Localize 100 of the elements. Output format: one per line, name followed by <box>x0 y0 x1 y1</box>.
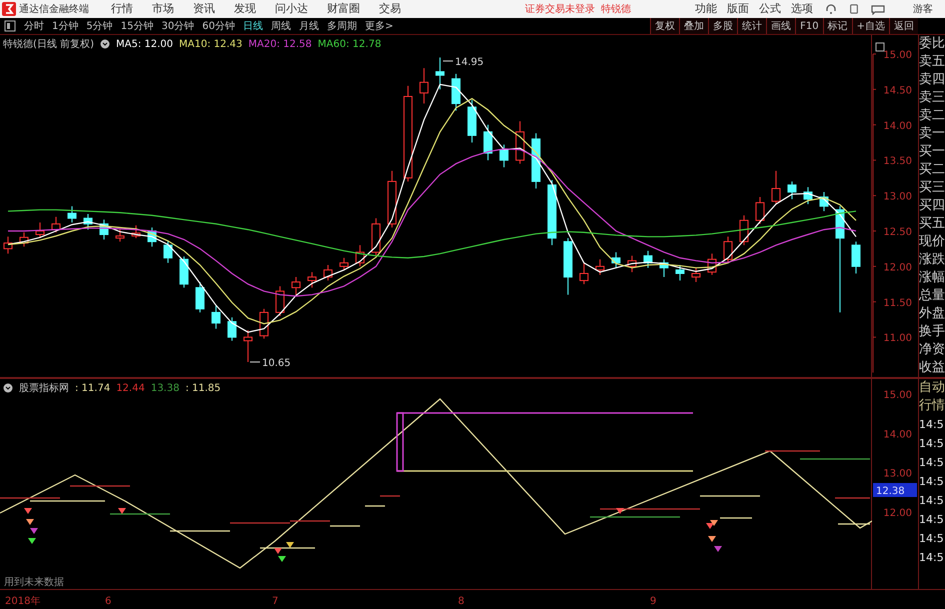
candlestick <box>68 206 76 224</box>
candlestick <box>692 268 700 283</box>
chart-title: 特锐德(日线 前复权) <box>3 38 94 52</box>
period-tab[interactable]: 60分钟 <box>202 19 235 34</box>
level-line <box>110 514 170 515</box>
triangle-marker <box>28 538 36 544</box>
moving-average-value: : 12.00 <box>138 38 174 50</box>
menu-item[interactable]: 资讯 <box>193 1 215 16</box>
triangle-marker <box>714 546 722 552</box>
date-label: 6 <box>105 596 112 608</box>
period-tab[interactable]: 5分钟 <box>86 19 113 34</box>
toolbar-button[interactable]: 统计 <box>737 18 766 34</box>
candlestick <box>756 196 764 225</box>
moving-average-name: MA20 <box>248 38 277 50</box>
quote-label: 买五 <box>919 215 945 234</box>
candlestick <box>308 272 316 288</box>
candlestick <box>580 262 588 285</box>
quote-label: 买二 <box>919 161 945 180</box>
quote-label: 涨幅 <box>919 269 945 288</box>
period-tab[interactable]: 周线 <box>270 19 291 34</box>
triangle-marker <box>708 536 716 542</box>
high-price-label: 14.95 <box>455 57 484 68</box>
moving-average-value: : 12.78 <box>346 38 382 50</box>
side-tab[interactable]: 自动 <box>919 379 945 398</box>
price-tick: 12.50 <box>883 227 912 238</box>
window-icon[interactable] <box>876 42 884 52</box>
candlestick <box>484 124 492 162</box>
period-tab[interactable]: 15分钟 <box>120 19 154 34</box>
menu-item[interactable]: 市场 <box>152 1 174 16</box>
future-data-note: 用到未来数据 <box>4 577 64 588</box>
phone-icon[interactable] <box>849 2 859 15</box>
level-line <box>260 548 315 549</box>
candlestick <box>500 144 508 168</box>
range-bar <box>396 412 404 472</box>
candlestick <box>292 276 300 296</box>
toolbar-button[interactable]: 画线 <box>766 18 796 34</box>
candlestick <box>676 264 684 282</box>
quote-label: 涨跌 <box>919 251 945 270</box>
candlestick <box>260 308 268 340</box>
indicator-value: 12.44 <box>116 382 145 394</box>
period-tab[interactable]: 分时 <box>24 19 44 34</box>
message-icon[interactable] <box>871 2 885 15</box>
trade-time: 14:5 <box>919 531 945 548</box>
moving-average-name: MA10 <box>179 38 208 50</box>
candlestick <box>164 240 172 264</box>
menu-item[interactable]: 交易 <box>379 1 401 16</box>
triangle-marker <box>286 542 294 548</box>
trade-time: 14:5 <box>919 474 945 490</box>
toolbar-button[interactable]: 复权 <box>650 18 680 34</box>
toolbar-button[interactable]: 标记 <box>822 18 852 34</box>
menu-item[interactable]: 行情 <box>111 1 133 16</box>
candlestick <box>276 286 284 317</box>
period-tab[interactable]: 日线 <box>242 19 263 34</box>
quote-label: 买三 <box>919 179 945 198</box>
toolbar-button[interactable]: 叠加 <box>679 18 708 34</box>
price-tick: 12.00 <box>883 262 912 274</box>
date-label: 7 <box>272 596 278 608</box>
triangle-marker <box>274 548 282 554</box>
candlestick <box>596 259 604 276</box>
tool-menu-item[interactable]: 公式 <box>759 1 781 16</box>
tool-menu-item[interactable]: 功能 <box>695 1 717 16</box>
moving-average-value: : 12.43 <box>207 38 242 50</box>
chevron-circle-icon[interactable] <box>3 383 13 394</box>
candlestick <box>36 222 44 239</box>
candlestick <box>340 258 348 271</box>
more-button[interactable]: 更多> <box>364 19 394 34</box>
triangle-marker <box>24 508 32 514</box>
tool-menu-item[interactable]: 选项 <box>791 1 813 16</box>
user-name[interactable]: 游客 <box>913 2 933 16</box>
period-tab[interactable]: 多周期 <box>326 19 357 34</box>
chevron-circle-icon[interactable] <box>100 39 110 50</box>
menu-item[interactable]: 发现 <box>234 1 256 16</box>
tool-menu-item[interactable]: 版面 <box>727 1 749 16</box>
indicator-tick: 15.00 <box>883 390 912 402</box>
menu-item[interactable]: 问小达 <box>275 1 308 16</box>
leader-line <box>250 362 260 363</box>
toolbar-button[interactable]: 多股 <box>708 18 738 34</box>
indicator-name: 股票指标网 <box>19 382 69 396</box>
candlestick <box>436 57 444 90</box>
trade-time: 14:5 <box>919 455 945 472</box>
toolbar-button[interactable]: F10 <box>795 18 823 34</box>
period-tab[interactable]: 月线 <box>298 19 319 34</box>
login-status[interactable]: 证券交易未登录 <box>525 2 595 16</box>
side-tab[interactable]: 行情 <box>919 397 945 416</box>
menu-item[interactable]: 财富圈 <box>327 1 360 16</box>
triangle-marker <box>118 508 126 514</box>
level-line <box>765 450 820 452</box>
level-line <box>170 530 230 532</box>
current-value-badge: 12.38 <box>873 483 917 498</box>
price-tick: 14.00 <box>883 121 912 132</box>
quote-label: 总量 <box>919 287 945 306</box>
price-tick: 14.50 <box>883 86 912 97</box>
headset-icon[interactable] <box>825 2 837 15</box>
panel-toggle-icon[interactable] <box>4 20 16 32</box>
toolbar-button[interactable]: +自选 <box>852 18 889 34</box>
date-label: 2018年 <box>5 596 40 608</box>
toolbar-button[interactable]: 返回 <box>889 18 918 34</box>
period-tab[interactable]: 30分钟 <box>161 19 194 34</box>
triangle-marker <box>30 528 38 534</box>
period-tab[interactable]: 1分钟 <box>52 19 78 34</box>
